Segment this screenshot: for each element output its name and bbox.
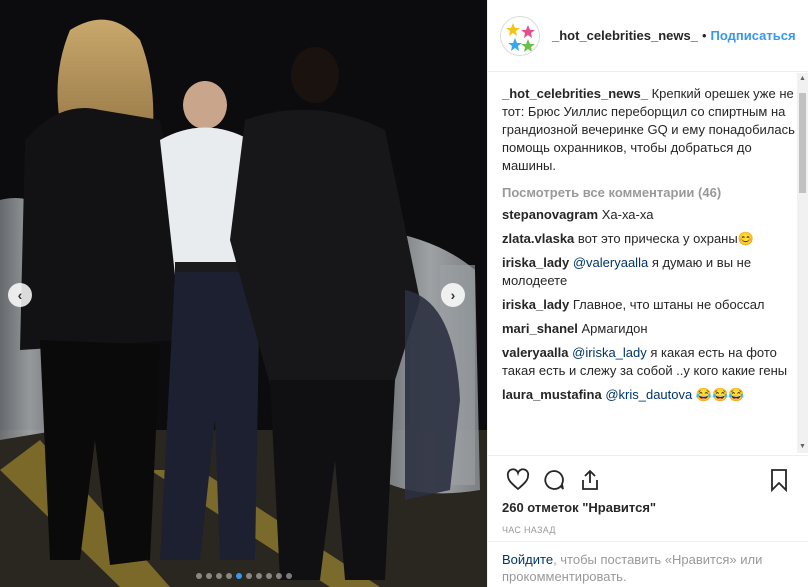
comment-text: Главное, что штаны не обоссал <box>572 297 765 312</box>
scroll-thumb[interactable] <box>799 93 806 193</box>
comment-item: mari_shanel Армагидон <box>502 320 795 338</box>
heart-icon[interactable] <box>500 462 536 498</box>
avatar[interactable] <box>500 15 540 56</box>
comment-username[interactable]: stepanovagram <box>502 207 598 222</box>
carousel-dot <box>275 573 282 579</box>
carousel-dot <box>235 573 242 579</box>
comment-mention[interactable]: @valeryaalla <box>573 255 648 270</box>
carousel-dot <box>195 573 202 579</box>
separator-bullet: • <box>701 28 707 43</box>
chevron-right-icon[interactable]: › <box>441 283 465 307</box>
comment-icon[interactable] <box>536 462 572 498</box>
username[interactable]: _hot_celebrities_news_ <box>552 28 698 43</box>
post-timestamp: ЧАС НАЗАД <box>502 525 556 535</box>
comment-username[interactable]: mari_shanel <box>502 321 578 336</box>
bookmark-icon[interactable] <box>761 462 797 498</box>
comments-scrollbar[interactable]: ▲ ▼ <box>797 73 808 453</box>
carousel-dot <box>215 573 222 579</box>
comment-text: 😂😂😂 <box>695 387 745 402</box>
login-link[interactable]: Войдите <box>502 552 553 567</box>
post-media[interactable]: ‹ › <box>0 0 487 587</box>
comment-text: Армагидон <box>581 321 648 336</box>
comment-item: laura_mustafina @kris_dautova 😂😂😂 <box>502 386 795 404</box>
comment-username[interactable]: iriska_lady <box>502 255 569 270</box>
scroll-down-icon[interactable]: ▼ <box>797 441 808 453</box>
carousel-dot <box>245 573 252 579</box>
post-actions: 260 отметок "Нравится" ЧАС НАЗАД <box>488 455 808 535</box>
view-all-comments-link[interactable]: Посмотреть все комментарии (46) <box>502 185 795 200</box>
comment-username[interactable]: laura_mustafina <box>502 387 602 402</box>
carousel-dot <box>285 573 292 579</box>
login-prompt: Войдите, чтобы поставить «Нравится» или … <box>488 541 808 587</box>
carousel-dot <box>265 573 272 579</box>
comment-mention[interactable]: @kris_dautova <box>605 387 692 402</box>
comment-item: valeryaalla @iriska_lady я какая есть на… <box>502 344 795 380</box>
comment-item: iriska_lady Главное, что штаны не обосса… <box>502 296 795 314</box>
post-photo <box>0 0 487 587</box>
chevron-left-icon[interactable]: ‹ <box>8 283 32 307</box>
comment-item: iriska_lady @valeryaalla я думаю и вы не… <box>502 254 795 290</box>
comment-username[interactable]: valeryaalla <box>502 345 569 360</box>
post-caption: _hot_celebrities_news_ Крепкий орешек уж… <box>502 85 795 175</box>
comment-mention[interactable]: @iriska_lady <box>572 345 647 360</box>
comment-username[interactable]: zlata.vlaska <box>502 231 574 246</box>
comment-text: вот это прическа у охраны😊 <box>577 231 754 246</box>
comment-text: Ха-ха-ха <box>601 207 654 222</box>
carousel-dot <box>205 573 212 579</box>
share-icon[interactable] <box>572 462 608 498</box>
post-header: _hot_celebrities_news_ • Подписаться <box>488 0 808 72</box>
comments-list[interactable]: _hot_celebrities_news_ Крепкий орешек уж… <box>488 73 808 453</box>
caption-username[interactable]: _hot_celebrities_news_ <box>502 86 648 101</box>
comment-item: stepanovagram Ха-ха-ха <box>502 206 795 224</box>
stars-logo-icon <box>506 22 535 52</box>
likes-count[interactable]: 260 отметок "Нравится" <box>502 500 797 515</box>
post-sidebar: _hot_celebrities_news_ • Подписаться _ho… <box>487 0 808 587</box>
carousel-dot <box>225 573 232 579</box>
comment-item: zlata.vlaska вот это прическа у охраны😊 <box>502 230 795 248</box>
scroll-up-icon[interactable]: ▲ <box>797 73 808 85</box>
comment-username[interactable]: iriska_lady <box>502 297 569 312</box>
carousel-indicator <box>0 573 487 579</box>
follow-button[interactable]: Подписаться <box>711 28 796 43</box>
carousel-dot <box>255 573 262 579</box>
